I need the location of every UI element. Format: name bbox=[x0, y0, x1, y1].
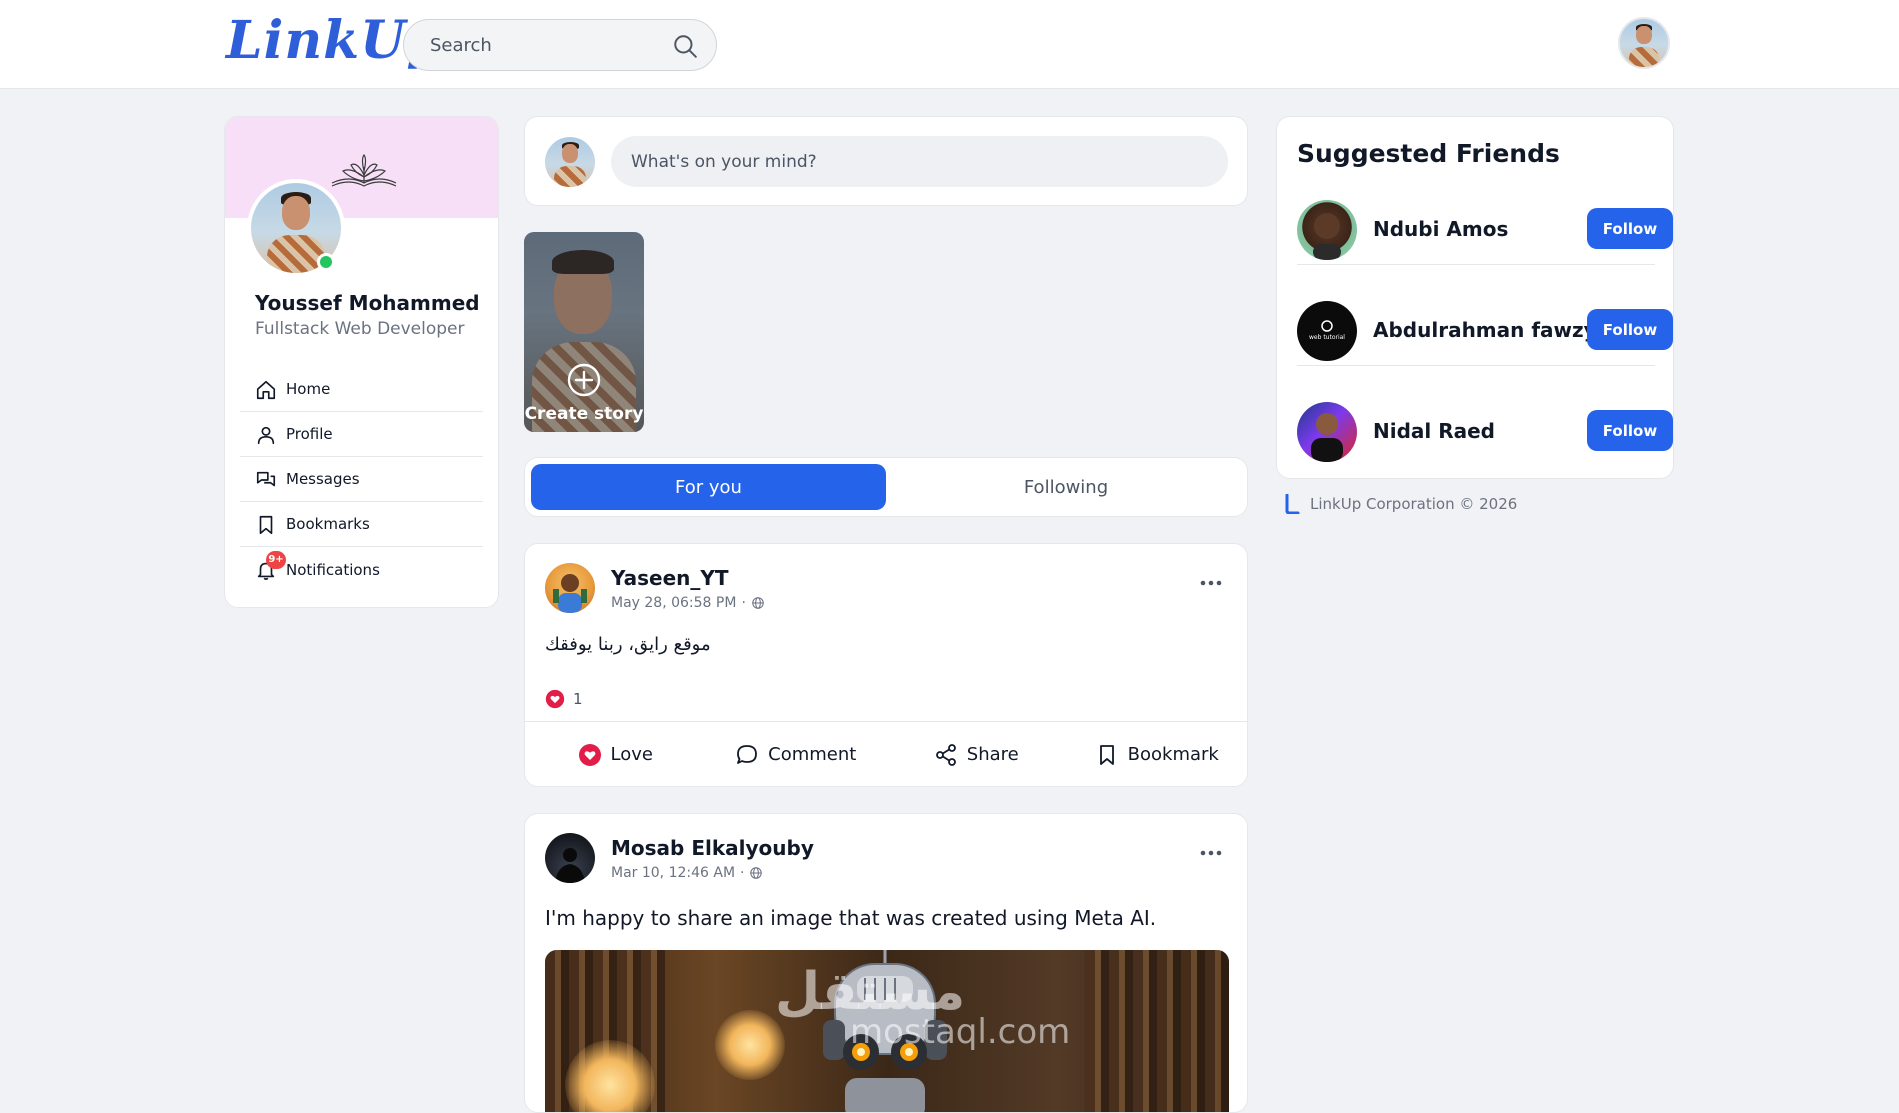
sidebar-item-label: Bookmarks bbox=[286, 515, 370, 533]
comment-button[interactable]: Comment bbox=[706, 722, 887, 787]
meta-dot: · bbox=[740, 865, 745, 881]
post-author-name[interactable]: Mosab Elkalyouby bbox=[611, 836, 814, 860]
sidebar-item-label: Profile bbox=[286, 425, 333, 443]
create-story-label: Create story bbox=[524, 404, 644, 424]
sidebar-item-profile[interactable]: Profile bbox=[240, 412, 483, 457]
tab-following[interactable]: Following bbox=[889, 464, 1243, 510]
sidebar-item-label: Messages bbox=[286, 470, 360, 488]
sidebar-item-messages[interactable]: Messages bbox=[240, 457, 483, 502]
follow-button[interactable]: Follow bbox=[1587, 208, 1673, 249]
sidebar-nav: Home Profile Messages Bookmarks 9+ Notif… bbox=[240, 367, 483, 592]
post-author-avatar[interactable] bbox=[545, 563, 595, 613]
plus-circle-icon[interactable] bbox=[566, 362, 602, 398]
friend-name[interactable]: Abdulrahman fawzy bbox=[1373, 318, 1597, 342]
suggested-friend: Ndubi Amos Follow bbox=[1297, 187, 1673, 265]
home-icon bbox=[256, 380, 276, 400]
cartoon-avatar-icon bbox=[553, 574, 587, 613]
search-icon[interactable] bbox=[672, 33, 698, 59]
copyright-text: LinkUp Corporation © 2026 bbox=[1310, 495, 1518, 513]
top-navbar: LinkUp bbox=[0, 0, 1899, 89]
avatar-text: web tutorial bbox=[1309, 334, 1345, 341]
notifications-badge: 9+ bbox=[266, 551, 286, 569]
sidebar-item-bookmarks[interactable]: Bookmarks bbox=[240, 502, 483, 547]
heart-icon bbox=[545, 689, 565, 709]
bookmark-label: Bookmark bbox=[1127, 744, 1219, 765]
share-label: Share bbox=[966, 744, 1019, 765]
comment-icon bbox=[737, 744, 758, 764]
bookmark-button[interactable]: Bookmark bbox=[1067, 722, 1248, 787]
friend-avatar[interactable] bbox=[1297, 402, 1357, 462]
share-button[interactable]: Share bbox=[886, 722, 1067, 787]
linkup-mark-icon bbox=[1285, 494, 1300, 514]
friend-name[interactable]: Ndubi Amos bbox=[1373, 217, 1508, 241]
profile-title: Fullstack Web Developer bbox=[255, 319, 465, 339]
comment-label: Comment bbox=[768, 744, 857, 765]
post-author-avatar[interactable] bbox=[545, 833, 595, 883]
silhouette-avatar-icon bbox=[555, 848, 585, 883]
search-input[interactable] bbox=[430, 32, 660, 58]
globe-icon bbox=[750, 867, 763, 879]
create-story-card[interactable]: Create story bbox=[524, 232, 644, 432]
image-watermark-url: mostaql.com bbox=[850, 1012, 1071, 1052]
reaction-count: 1 bbox=[573, 690, 583, 708]
post-reactions[interactable]: 1 bbox=[545, 689, 583, 709]
feed-tabs: For you Following bbox=[524, 457, 1248, 517]
post-time: May 28, 06:58 PM bbox=[611, 595, 737, 611]
meta-dot: · bbox=[741, 595, 746, 611]
love-label: Love bbox=[610, 744, 653, 765]
sidebar-item-home[interactable]: Home bbox=[240, 367, 483, 412]
footer-note: LinkUp Corporation © 2026 bbox=[1284, 494, 1517, 514]
suggested-friend: Nidal Raed Follow bbox=[1297, 389, 1673, 467]
whats-on-your-mind-input[interactable] bbox=[611, 136, 1228, 187]
post-composer bbox=[524, 116, 1248, 206]
friend-avatar[interactable] bbox=[1297, 200, 1357, 260]
friend-name[interactable]: Nidal Raed bbox=[1373, 419, 1495, 443]
globe-icon bbox=[752, 597, 764, 609]
friend-avatar[interactable]: web tutorial bbox=[1297, 301, 1357, 361]
post-text: I'm happy to share an image that was cre… bbox=[545, 906, 1157, 930]
person-avatar-icon bbox=[1311, 413, 1343, 462]
bookmark-icon bbox=[1099, 744, 1114, 765]
sidebar-item-label: Notifications bbox=[286, 560, 380, 579]
search-box[interactable] bbox=[403, 19, 717, 71]
love-button[interactable]: Love bbox=[525, 722, 706, 787]
post-card: Yaseen_YT May 28, 06:58 PM · موقع رايق، … bbox=[524, 543, 1248, 787]
bookmark-icon bbox=[259, 515, 273, 535]
suggested-friends-card: Suggested Friends Ndubi Amos Follow web … bbox=[1276, 116, 1674, 479]
more-options-icon[interactable] bbox=[1199, 848, 1223, 858]
post-author-name[interactable]: Yaseen_YT bbox=[611, 566, 729, 590]
post-meta: Mar 10, 12:46 AM · bbox=[611, 865, 763, 881]
post-image[interactable]: مستقل mostaql.com bbox=[545, 950, 1229, 1112]
more-options-icon[interactable] bbox=[1199, 578, 1223, 588]
open-book-lotus-icon bbox=[331, 153, 397, 187]
suggested-friend: web tutorial Abdulrahman fawzy Follow bbox=[1297, 288, 1673, 366]
post-time: Mar 10, 12:46 AM bbox=[611, 865, 736, 881]
user-icon bbox=[257, 426, 275, 445]
user-avatar-menu[interactable] bbox=[1618, 17, 1670, 69]
follow-button[interactable]: Follow bbox=[1587, 309, 1673, 350]
online-status-dot bbox=[317, 253, 335, 271]
composer-avatar bbox=[545, 137, 595, 187]
tab-for-you[interactable]: For you bbox=[531, 464, 886, 510]
profile-name[interactable]: Youssef Mohammed bbox=[255, 291, 480, 315]
profile-card: Youssef Mohammed Fullstack Web Developer… bbox=[224, 116, 499, 608]
sidebar-item-label: Home bbox=[286, 380, 331, 398]
follow-button[interactable]: Follow bbox=[1587, 410, 1673, 451]
share-icon bbox=[935, 743, 956, 766]
messages-icon bbox=[256, 471, 276, 487]
post-meta: May 28, 06:58 PM · bbox=[611, 595, 765, 611]
suggested-friends-title: Suggested Friends bbox=[1297, 139, 1560, 168]
post-text: موقع رايق، ربنا يوفقك bbox=[545, 634, 711, 655]
web-tutorial-logo-icon: web tutorial bbox=[1309, 320, 1345, 341]
post-actions: Love Comment Share Bookmark bbox=[525, 721, 1247, 787]
heart-icon bbox=[578, 743, 601, 766]
post-card: Mosab Elkalyouby Mar 10, 12:46 AM · I'm … bbox=[524, 813, 1248, 1113]
person-avatar-icon bbox=[1313, 213, 1341, 260]
sidebar-item-notifications[interactable]: 9+ Notifications bbox=[240, 547, 483, 592]
